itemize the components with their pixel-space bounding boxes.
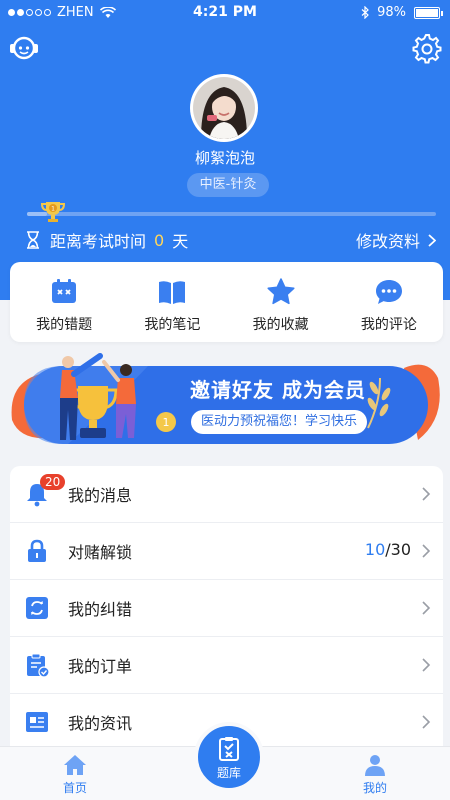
subject-tag[interactable]: 中医-针灸: [187, 173, 269, 197]
profile-header: ZHEN 4:21 PM 98% 柳絮泡泡 中医-针灸 1 距离考试时间 0 天…: [0, 0, 450, 300]
chevron-right-icon: [422, 601, 431, 615]
menu-item-messages[interactable]: 20 我的消息: [10, 466, 443, 523]
menu-label: 对赌解锁: [68, 543, 133, 562]
menu-label: 我的消息: [68, 486, 133, 505]
unread-badge: 20: [40, 474, 66, 490]
menu-label: 我的订单: [68, 657, 133, 676]
tab-question-bank[interactable]: 题库: [194, 722, 264, 792]
battery-percent: 98%: [377, 5, 406, 20]
avatar-photo: [193, 77, 255, 139]
shortcut-label: 我的笔记: [144, 317, 201, 333]
shortcut-favorites[interactable]: 我的收藏: [227, 262, 335, 342]
wrong-questions-icon: [52, 279, 77, 303]
lock-icon: [28, 539, 46, 562]
tab-home[interactable]: 首页: [45, 753, 105, 796]
edit-profile-link[interactable]: 修改资料: [356, 228, 436, 252]
chevron-right-icon: [422, 487, 431, 501]
user-name: 柳絮泡泡: [194, 149, 255, 167]
shortcut-notes[interactable]: 我的笔记: [118, 262, 226, 342]
edit-profile-label: 修改资料: [355, 232, 420, 251]
chevron-right-icon: [422, 544, 431, 558]
exam-days-unit: 天: [172, 232, 189, 251]
settings-gear-icon[interactable]: [410, 32, 442, 64]
customer-service-icon[interactable]: [8, 32, 40, 64]
comment-icon: [375, 280, 402, 304]
menu-label: 我的纠错: [68, 600, 133, 619]
chevron-right-icon: [422, 658, 431, 672]
unlock-total: 30: [390, 540, 411, 559]
menu-list: 20 我的消息 对赌解锁 10/30 我的纠错 我的订单 我的资讯: [10, 466, 443, 756]
study-progress-bar: [27, 212, 436, 216]
question-bank-icon: [219, 737, 239, 761]
exam-days-value: 0: [154, 230, 165, 250]
notes-book-icon: [159, 281, 186, 304]
news-icon: [26, 712, 48, 732]
exam-countdown-label: 距离考试时间: [50, 232, 147, 251]
shortcut-comments[interactable]: 我的评论: [335, 262, 443, 342]
user-icon: [365, 755, 385, 776]
star-icon: [267, 278, 295, 305]
correction-icon: [26, 597, 48, 619]
unlock-count: 10/30: [365, 540, 411, 559]
shortcut-label: 我的收藏: [252, 317, 309, 333]
shortcut-label: 我的错题: [36, 317, 93, 333]
svg-text:1: 1: [163, 416, 170, 429]
menu-label: 我的资讯: [68, 714, 133, 733]
battery-icon: [414, 6, 443, 19]
chevron-right-icon: [422, 715, 431, 729]
trophy-level-icon: 1: [40, 202, 66, 222]
order-clipboard-icon: [27, 653, 50, 678]
status-bar: ZHEN 4:21 PM 98%: [0, 0, 450, 26]
avatar[interactable]: [190, 74, 258, 142]
banner-title: 邀请好友 成为会员: [190, 378, 366, 402]
unlock-current: 10: [364, 540, 386, 559]
chevron-right-icon: [428, 233, 436, 247]
banner-subtitle: 医动力预祝福您！学习快乐: [191, 410, 368, 434]
tab-mine[interactable]: 我的: [345, 753, 405, 796]
tab-label: 题库: [216, 766, 241, 780]
tab-label: 我的: [362, 781, 387, 795]
tab-label: 首页: [62, 781, 87, 795]
shortcut-wrong-questions[interactable]: 我的错题: [10, 262, 118, 342]
menu-item-orders[interactable]: 我的订单: [10, 637, 443, 694]
screen: ZHEN 4:21 PM 98% 柳絮泡泡 中医-针灸 1 距离考试时间 0 天…: [0, 0, 450, 800]
shortcut-label: 我的评论: [360, 317, 417, 333]
svg-text:1: 1: [51, 206, 55, 213]
exam-countdown-row: 距离考试时间 0 天 修改资料: [26, 228, 436, 252]
bluetooth-icon: [361, 6, 369, 19]
menu-item-corrections[interactable]: 我的纠错: [10, 580, 443, 637]
menu-item-unlock[interactable]: 对赌解锁 10/30: [10, 523, 443, 580]
hourglass-icon: [27, 231, 39, 249]
shortcut-card: 我的错题 我的笔记 我的收藏 我的评论: [10, 262, 443, 342]
invite-banner[interactable]: 1 邀请好友 成为会员 医动力预祝福您！学习快乐: [8, 348, 444, 450]
home-icon: [64, 755, 86, 775]
